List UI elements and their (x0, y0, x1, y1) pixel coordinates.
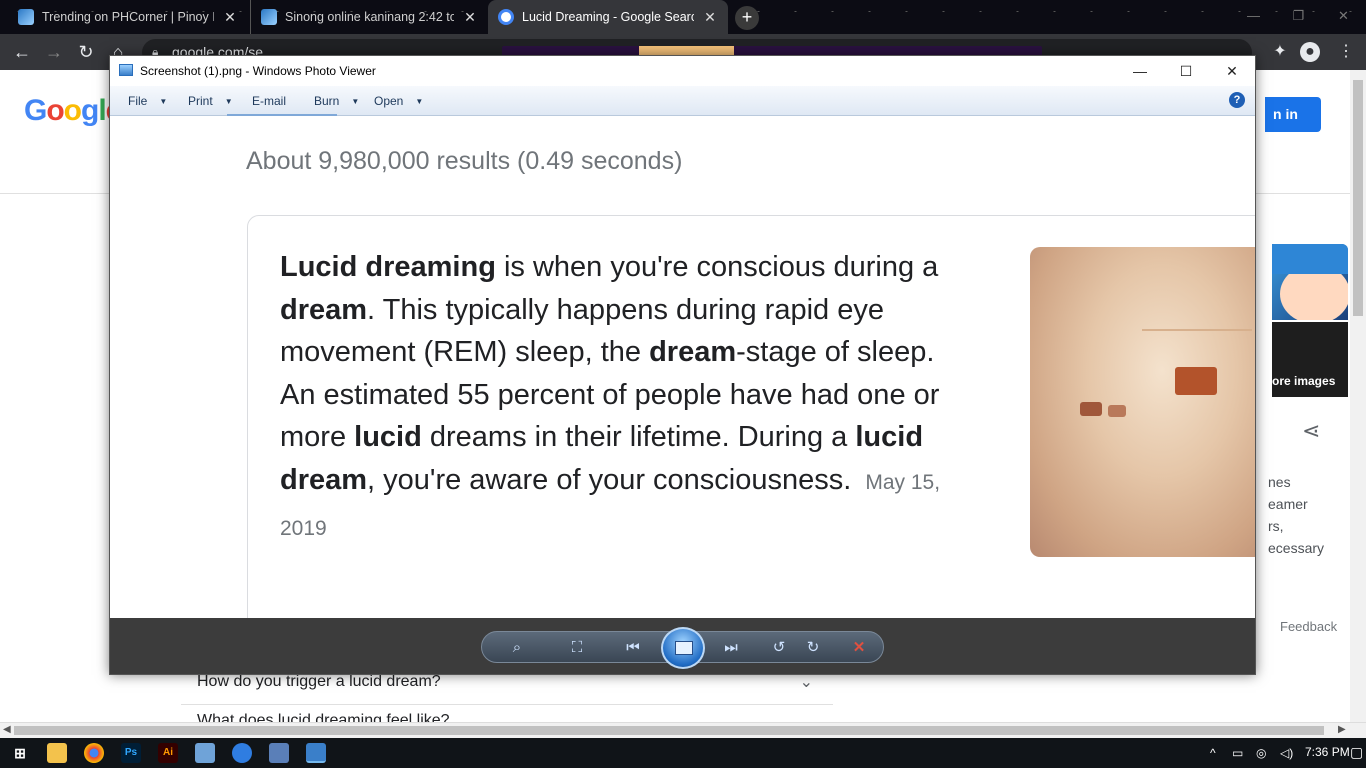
more-images-tile[interactable]: ore images (1272, 322, 1348, 397)
airship-gondola-small (1080, 402, 1102, 416)
close-tab-icon[interactable]: ✕ (222, 9, 238, 26)
photo-viewer-menubar: File ▼ Print ▼ E-mail Burn ▼ Open ▼ ? (110, 86, 1255, 116)
knowledge-panel-image[interactable] (1272, 244, 1348, 320)
forward-arrow-icon[interactable]: → (42, 40, 66, 64)
photo-viewer-window: Screenshot (1).png - Windows Photo Viewe… (109, 55, 1256, 675)
windows-start-icon[interactable]: ⊞ (10, 743, 30, 763)
network-globe-icon[interactable]: ◎ (1256, 746, 1266, 760)
tab-sinong-online[interactable]: Sinong online kaninang 2:42 to 2 ✕ (250, 0, 488, 34)
window-title: Screenshot (1).png - Windows Photo Viewe… (140, 64, 376, 78)
panel-text-line: ecessary (1268, 540, 1325, 556)
chrome-icon[interactable] (84, 743, 104, 763)
panel-text-line: rs, (1268, 518, 1284, 534)
app-blue-icon[interactable] (232, 743, 252, 763)
scroll-left-icon[interactable]: ◀ (3, 724, 11, 735)
close-tab-icon[interactable]: ✕ (702, 9, 718, 26)
result-stats: About 9,980,000 results (0.49 seconds) (246, 147, 683, 175)
scroll-thumb[interactable] (1353, 80, 1363, 316)
airship-gondola (1175, 367, 1217, 395)
tab-title: Lucid Dreaming - Google Search (522, 10, 694, 24)
delete-icon[interactable]: ✕ (848, 638, 870, 658)
menu-open[interactable]: Open ▼ (374, 94, 423, 108)
displayed-screenshot: About 9,980,000 results (0.49 seconds) L… (110, 116, 1255, 618)
sign-in-button[interactable]: n in (1265, 97, 1321, 132)
phcorner-favicon-icon (261, 9, 277, 25)
panel-text-line: nes (1268, 474, 1291, 490)
maximize-icon[interactable]: ❐ (1276, 0, 1321, 32)
dropdown-arrow-icon: ▼ (159, 97, 168, 107)
slideshow-icon (675, 641, 693, 655)
profile-avatar-icon[interactable]: ● (1300, 42, 1320, 62)
paa-question[interactable]: What does lucid dreaming feel like? (181, 704, 833, 724)
network-app-icon[interactable] (269, 743, 289, 763)
close-tab-icon[interactable]: ✕ (462, 9, 478, 26)
dropdown-arrow-icon: ▼ (224, 97, 233, 107)
extensions-puzzle-icon[interactable]: ✦ (1268, 40, 1292, 64)
tray-chevron-icon[interactable]: ^ (1210, 746, 1216, 760)
close-icon[interactable]: ✕ (1321, 0, 1366, 32)
maximize-icon[interactable]: ☐ (1163, 56, 1209, 86)
dropdown-arrow-icon: ▼ (415, 97, 424, 107)
reload-icon[interactable]: ↻ (74, 40, 98, 64)
menu-burn[interactable]: Burn ▼ (314, 94, 359, 108)
minimize-icon[interactable]: — (1117, 56, 1163, 86)
actual-size-icon[interactable]: ⛶ (566, 638, 588, 658)
volume-icon[interactable]: ◁) (1280, 746, 1293, 760)
airship-rotor (1142, 329, 1252, 331)
share-icon[interactable]: ⋖ (1302, 418, 1320, 444)
illustrator-icon[interactable]: Ai (158, 743, 178, 763)
tab-lucid-dreaming[interactable]: Lucid Dreaming - Google Search ✕ (488, 0, 728, 34)
tab-phcorner[interactable]: Trending on PHCorner | Pinoy Int ✕ (8, 0, 248, 34)
google-favicon-icon (498, 9, 514, 25)
airship-gondola-small (1108, 405, 1126, 417)
panel-text-line: eamer (1268, 496, 1308, 512)
scroll-right-icon[interactable]: ▶ (1338, 724, 1346, 735)
featured-snippet-text: Lucid dreaming is when you're conscious … (280, 251, 941, 540)
feedback-link[interactable]: Feedback (1280, 619, 1337, 634)
tab-title: Trending on PHCorner | Pinoy Int (42, 10, 214, 24)
taskbar-clock[interactable]: 7:36 PM (1305, 745, 1350, 759)
menu-print[interactable]: Print ▼ (188, 94, 233, 108)
chevron-down-icon: ⌄ (799, 674, 813, 691)
windows-taskbar: ⊞ Ps Ai ^ ▭ ◎ ◁) 7:36 PM ▢ (0, 738, 1366, 768)
snippet-image-flying-machines (1030, 247, 1255, 557)
menu-email[interactable]: E-mail (252, 94, 286, 108)
notifications-icon[interactable]: ▢ (1350, 744, 1363, 761)
phcorner-favicon-icon (18, 9, 34, 25)
close-icon[interactable]: ✕ (1209, 56, 1255, 86)
slideshow-button[interactable] (661, 627, 705, 669)
chrome-tab-strip: Trending on PHCorner | Pinoy Int ✕ Sinon… (0, 0, 1366, 34)
menu-kebab-icon[interactable]: ⋮ (1334, 40, 1358, 64)
window-controls: — ☐ ✕ (1117, 56, 1255, 86)
battery-icon[interactable]: ▭ (1232, 746, 1243, 760)
previous-icon[interactable]: ⏮ (622, 638, 644, 658)
more-images-label: ore images (1272, 374, 1336, 388)
photo-viewer-titlebar[interactable]: Screenshot (1).png - Windows Photo Viewe… (110, 56, 1255, 86)
vertical-scrollbar[interactable] (1350, 70, 1366, 722)
control-panel-icon[interactable] (195, 743, 215, 763)
photoshop-icon[interactable]: Ps (121, 743, 141, 763)
file-explorer-icon[interactable] (47, 743, 67, 763)
playback-controls: ⌕ ⛶ ⏮ ⏭ ↺ ↻ ✕ (481, 627, 884, 669)
menu-file[interactable]: File ▼ (128, 94, 167, 108)
browser-window-controls: — ❐ ✕ (1231, 0, 1366, 32)
photo-viewer-app-icon (119, 64, 133, 76)
dropdown-arrow-icon: ▼ (351, 97, 360, 107)
photo-viewer-controls-bar: ⌕ ⛶ ⏮ ⏭ ↺ ↻ ✕ (110, 618, 1255, 674)
google-logo[interactable]: Google (24, 94, 122, 128)
anime-hair (1272, 244, 1348, 274)
horizontal-scrollbar[interactable]: ◀ ▶ (0, 722, 1366, 738)
paa-question-text: How do you trigger a lucid dream? (197, 673, 441, 690)
scroll-thumb[interactable] (14, 726, 1324, 735)
next-icon[interactable]: ⏭ (720, 638, 742, 658)
rotate-right-icon[interactable]: ↻ (802, 638, 824, 658)
tab-title: Sinong online kaninang 2:42 to 2 (285, 10, 454, 24)
photo-viewer-taskbar-icon[interactable] (306, 743, 326, 763)
back-arrow-icon[interactable]: ← (10, 40, 34, 64)
new-tab-button[interactable]: + (735, 6, 759, 30)
rotate-left-icon[interactable]: ↺ (768, 638, 790, 658)
help-icon[interactable]: ? (1229, 92, 1245, 108)
minimize-icon[interactable]: — (1231, 0, 1276, 32)
zoom-icon[interactable]: ⌕ (506, 638, 528, 658)
